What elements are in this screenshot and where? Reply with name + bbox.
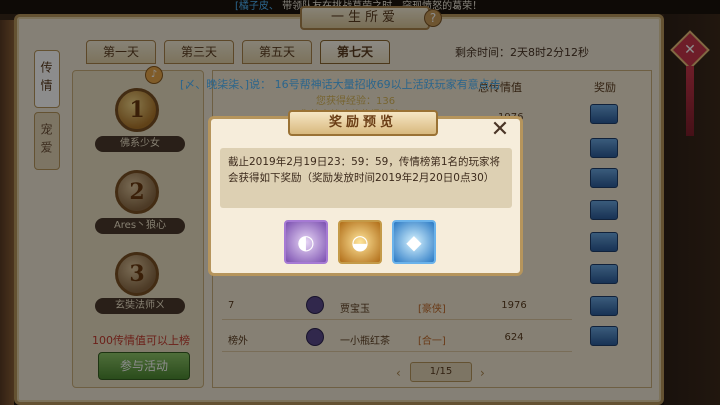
crystal-icon: ◆ [406,230,422,254]
reward-item-fan[interactable]: ◐ [284,220,328,264]
reward-description: 截止2019年2月19日23：59：59，传情榜第1名的玩家将会获得如下奖励（奖… [220,148,512,208]
fan-icon: ◐ [297,230,315,254]
reward-item-gold-ingot[interactable]: ◒ [338,220,382,264]
modal-title: 奖励预览 [288,110,438,136]
reward-item-crystal[interactable]: ◆ [392,220,436,264]
gold-ingot-icon: ◒ [351,230,369,254]
modal-close-icon[interactable]: ✕ [488,118,512,142]
